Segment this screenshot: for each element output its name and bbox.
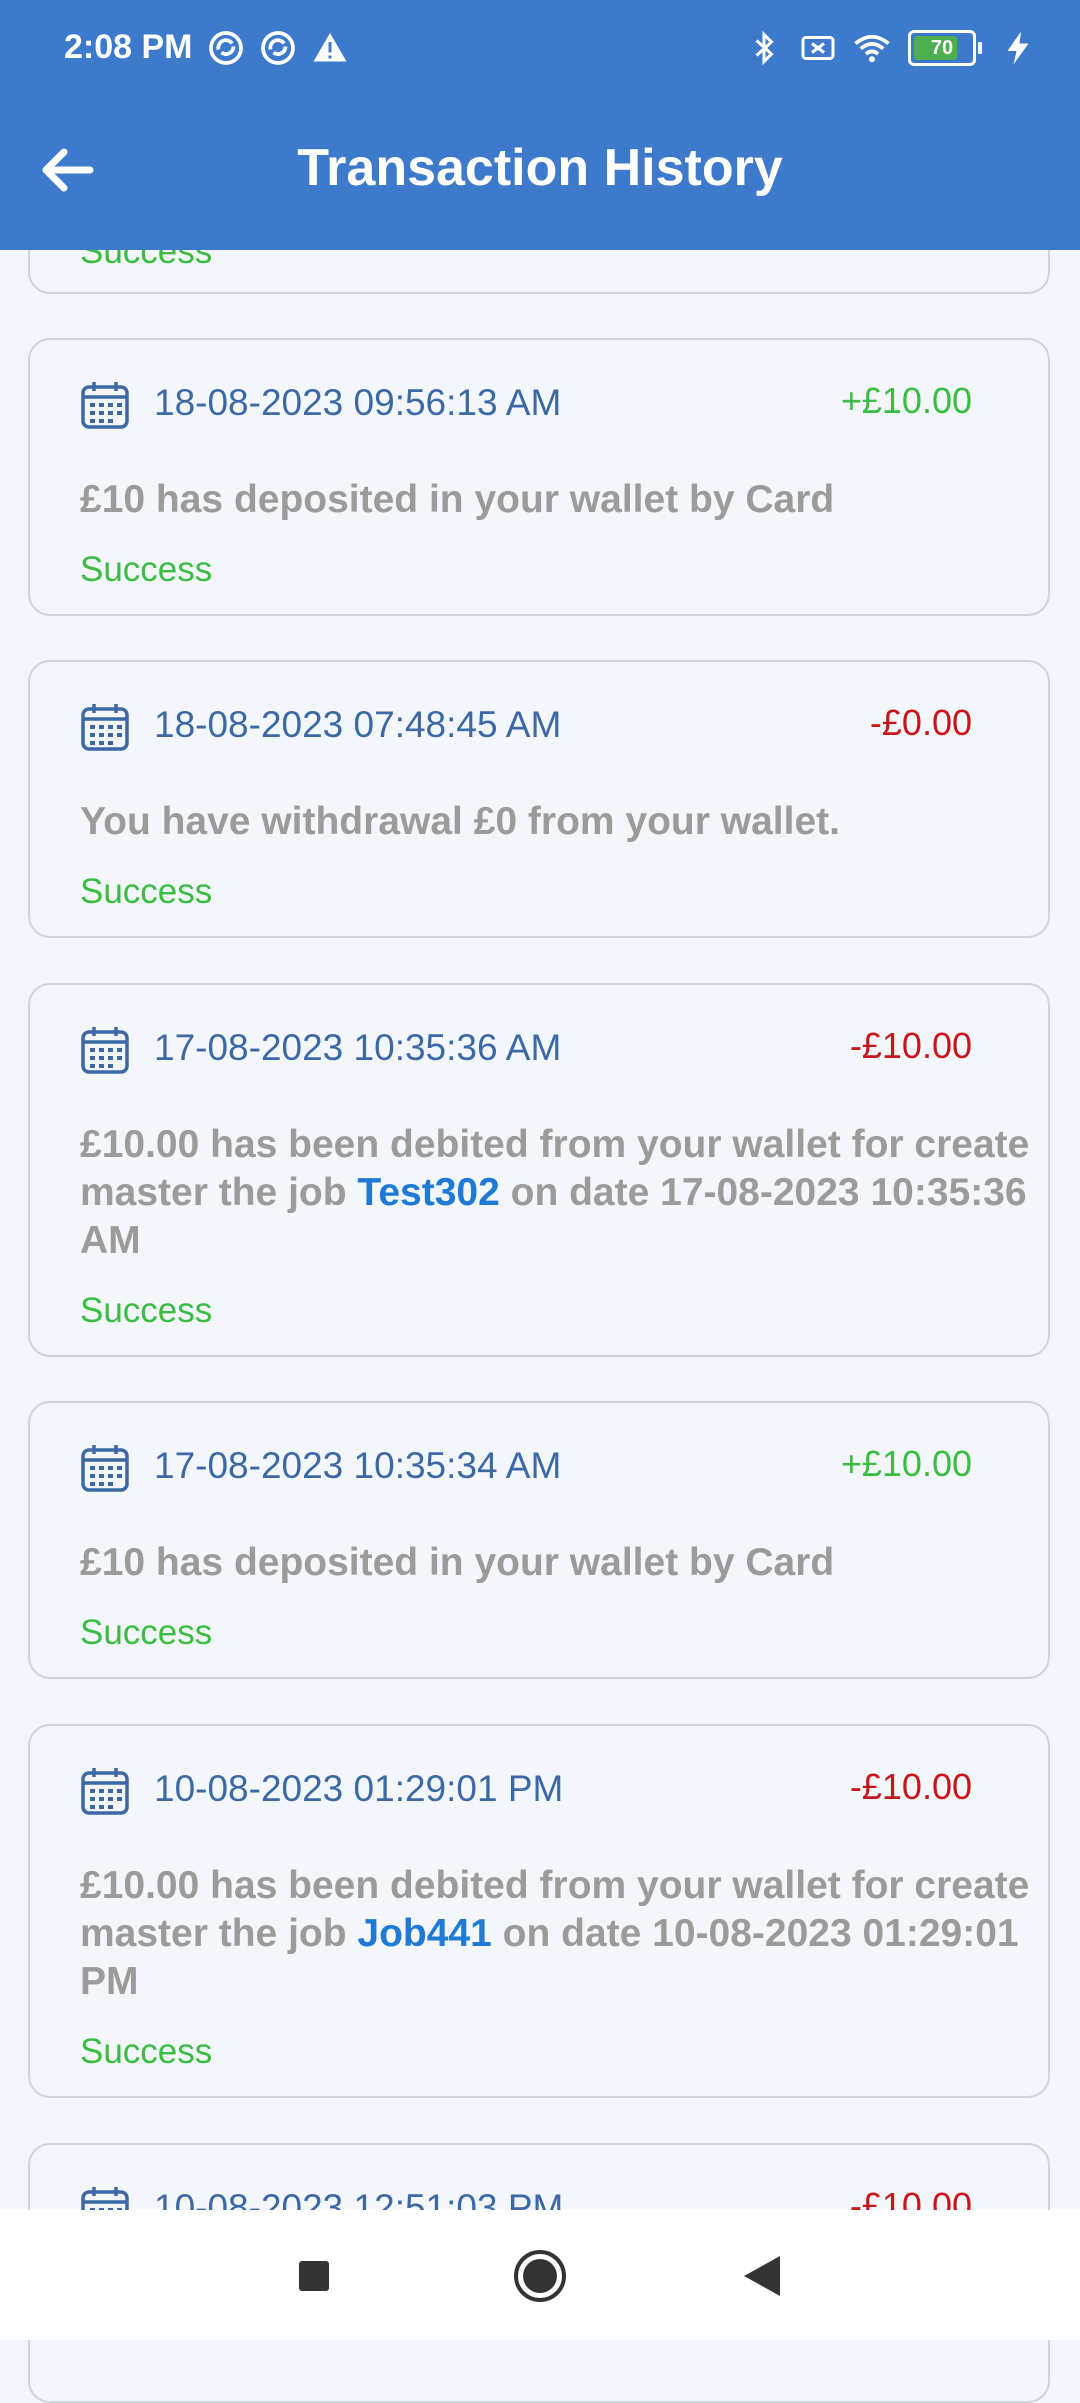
status-system-icons: 70: [746, 30, 1036, 66]
transaction-date: 10-08-2023 01:29:01 PM: [154, 1768, 564, 1809]
transaction-status: Success: [80, 550, 213, 589]
charging-icon: [1007, 31, 1029, 65]
transaction-amount: -£10.00: [849, 1766, 972, 1807]
job-link[interactable]: Job441: [357, 1912, 491, 1955]
transaction-card[interactable]: 17-08-2023 10:35:34 AM +£10.00 £10 has d…: [28, 1401, 1050, 1679]
description-text: You have withdrawal £0 from your wallet.: [80, 800, 840, 843]
system-nav-bar: [0, 2210, 1080, 2340]
job-link[interactable]: Test302: [357, 1171, 499, 1214]
transaction-card[interactable]: 18-08-2023 09:56:13 AM +£10.00 £10 has d…: [28, 338, 1050, 616]
calendar-icon: [81, 704, 129, 751]
bluetooth-icon: [755, 30, 774, 66]
transaction-amount: -£0.00: [869, 702, 972, 743]
wifi-icon: [854, 34, 890, 63]
status-notifications: [208, 30, 348, 66]
transaction-amount: -£10.00: [849, 1025, 972, 1066]
transaction-description: £10.00 has been debited from your wallet…: [80, 1121, 1038, 1265]
circle-icon: [514, 2250, 566, 2302]
battery-level: 70: [930, 36, 954, 59]
back-nav-button[interactable]: [732, 2246, 792, 2306]
transaction-status: Success: [80, 2032, 213, 2071]
transaction-description: £10.00 has been debited from your wallet…: [80, 1862, 1038, 2006]
transaction-header: 17-08-2023 10:35:36 AM -£10.00: [80, 1025, 972, 1074]
transaction-date: 18-08-2023 09:56:13 AM: [154, 382, 562, 423]
transaction-card[interactable]: 17-08-2023 10:35:36 AM -£10.00 £10.00 ha…: [28, 983, 1050, 1357]
description-text: £10 has deposited in your wallet by Card: [80, 478, 835, 521]
calendar-icon: [81, 1445, 129, 1492]
warning-icon: [313, 33, 347, 62]
battery-icon: 70: [908, 30, 982, 66]
square-icon: [299, 2261, 329, 2291]
transaction-header: 18-08-2023 09:56:13 AM +£10.00: [80, 380, 972, 429]
recents-button[interactable]: [284, 2246, 344, 2306]
transaction-amount: +£10.00: [840, 380, 972, 421]
calendar-icon: [81, 1027, 129, 1074]
transaction-date: 18-08-2023 07:48:45 AM: [154, 704, 562, 745]
description-text: £10 has deposited in your wallet by Card: [80, 1541, 835, 1584]
app-bar: 2:08 PM 70 Transaction History: [0, 0, 1080, 250]
triangle-back-icon: [744, 2256, 780, 2296]
sync-icon: [209, 31, 243, 65]
transaction-header: 17-08-2023 10:35:34 AM +£10.00: [80, 1443, 972, 1492]
transaction-date: 17-08-2023 10:35:36 AM: [154, 1027, 562, 1068]
transaction-header: 10-08-2023 01:29:01 PM -£10.00: [80, 1766, 972, 1815]
transaction-card[interactable]: 18-08-2023 07:48:45 AM -£0.00 You have w…: [28, 660, 1050, 938]
status-time: 2:08 PM: [64, 28, 193, 66]
transaction-status: Success: [80, 1291, 213, 1330]
transaction-date: 17-08-2023 10:35:34 AM: [154, 1445, 562, 1486]
calendar-icon: [81, 382, 129, 429]
transaction-card[interactable]: 10-08-2023 01:29:01 PM -£10.00 £10.00 ha…: [28, 1724, 1050, 2098]
transaction-status: Success: [80, 1613, 213, 1652]
page-title: Transaction History: [297, 139, 783, 197]
transaction-amount: +£10.00: [840, 1443, 972, 1484]
home-button[interactable]: [510, 2246, 570, 2306]
transaction-description: £10 has deposited in your wallet by Card: [80, 476, 1038, 524]
sync-icon: [261, 31, 295, 65]
transaction-header: 18-08-2023 07:48:45 AM -£0.00: [80, 702, 972, 751]
transaction-status: Success: [80, 872, 213, 911]
transaction-description: You have withdrawal £0 from your wallet.: [80, 798, 1038, 846]
transaction-description: £10 has deposited in your wallet by Card: [80, 1539, 1038, 1587]
sim-off-icon: [801, 36, 835, 60]
calendar-icon: [81, 1768, 129, 1815]
